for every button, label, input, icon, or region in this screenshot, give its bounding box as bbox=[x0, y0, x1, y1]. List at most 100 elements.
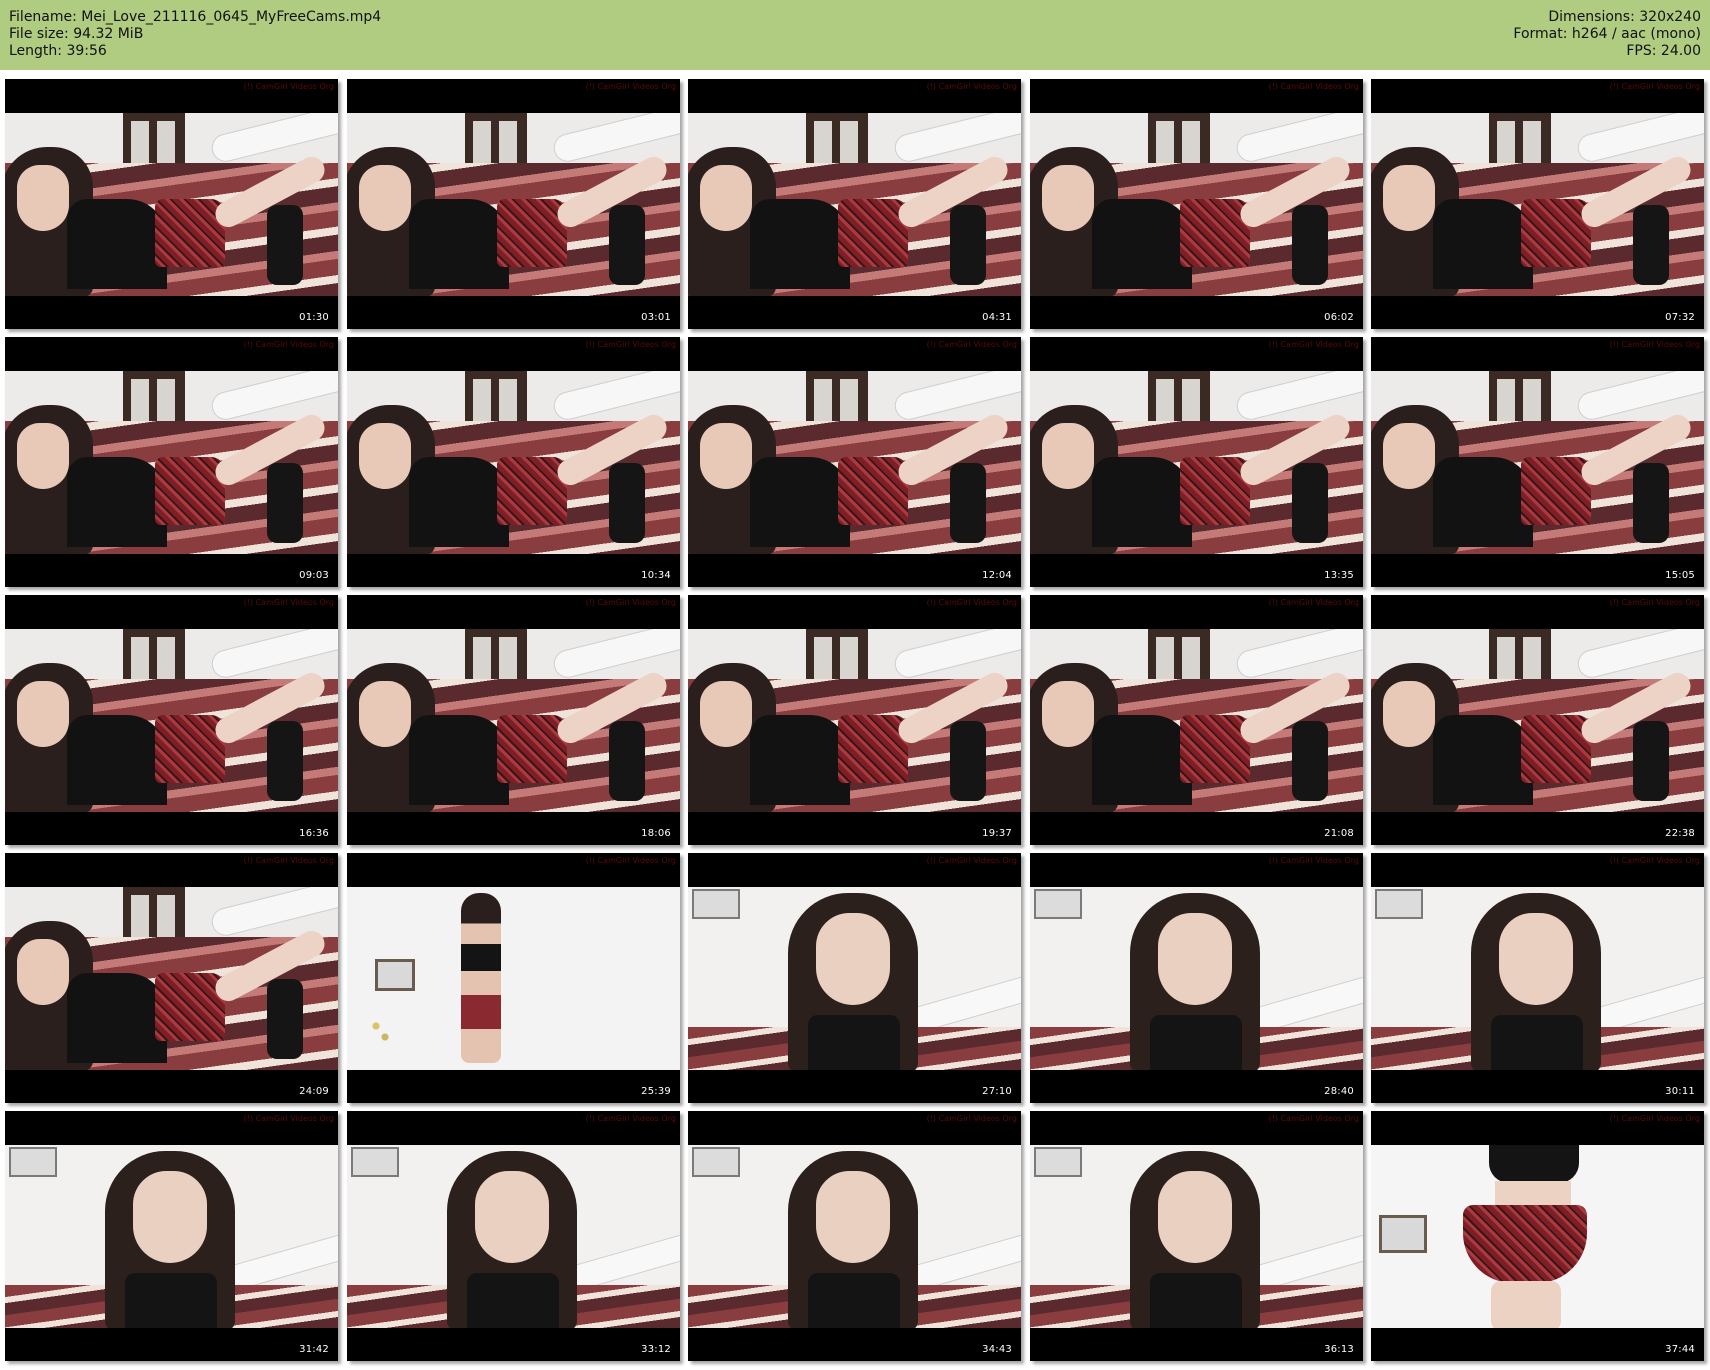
frame-shape bbox=[1150, 1273, 1242, 1328]
video-thumbnail[interactable]: (!) CamGirl Videos Org 18:06 bbox=[347, 595, 680, 845]
video-frame-image bbox=[1371, 371, 1704, 554]
watermark-text: (!) CamGirl Videos Org bbox=[926, 1114, 1017, 1123]
video-frame-image bbox=[1030, 371, 1363, 554]
video-frame-image bbox=[1371, 1145, 1704, 1328]
frame-shape bbox=[950, 721, 986, 801]
video-thumbnail[interactable]: (!) CamGirl Videos Org 07:32 bbox=[1371, 79, 1704, 329]
frame-shape bbox=[351, 1147, 399, 1177]
timestamp-label: 34:43 bbox=[982, 1344, 1012, 1355]
frame-shape bbox=[1042, 165, 1094, 231]
frame-shape bbox=[359, 681, 411, 747]
timestamp-label: 04:31 bbox=[982, 312, 1012, 323]
watermark-text: (!) CamGirl Videos Org bbox=[585, 598, 676, 607]
timestamp-label: 22:38 bbox=[1665, 828, 1695, 839]
frame-shape bbox=[155, 973, 225, 1041]
frame-shape bbox=[609, 721, 645, 801]
watermark-text: (!) CamGirl Videos Org bbox=[585, 1114, 676, 1123]
frame-shape bbox=[816, 1171, 890, 1263]
frame-shape bbox=[409, 457, 509, 547]
watermark-text: (!) CamGirl Videos Org bbox=[926, 340, 1017, 349]
video-thumbnail[interactable]: (!) CamGirl Videos Org 12:04 bbox=[688, 337, 1021, 587]
video-thumbnail[interactable]: (!) CamGirl Videos Org 09:03 bbox=[5, 337, 338, 587]
video-frame-image bbox=[5, 113, 338, 296]
frame-shape bbox=[700, 681, 752, 747]
watermark-text: (!) CamGirl Videos Org bbox=[1268, 1114, 1359, 1123]
watermark-text: (!) CamGirl Videos Org bbox=[926, 82, 1017, 91]
video-thumbnail[interactable]: (!) CamGirl Videos Org 33:12 bbox=[347, 1111, 680, 1361]
frame-shape bbox=[155, 457, 225, 525]
frame-shape bbox=[17, 939, 69, 1005]
video-thumbnail[interactable]: (!) CamGirl Videos Org 04:31 bbox=[688, 79, 1021, 329]
video-frame-image bbox=[1030, 629, 1363, 812]
timestamp-label: 30:11 bbox=[1665, 1086, 1695, 1097]
video-thumbnail[interactable]: (!) CamGirl Videos Org 03:01 bbox=[347, 79, 680, 329]
frame-shape bbox=[950, 463, 986, 543]
video-frame-image bbox=[688, 371, 1021, 554]
frame-shape bbox=[67, 715, 167, 805]
frame-shape bbox=[1633, 463, 1669, 543]
frame-shape bbox=[1521, 457, 1591, 525]
frame-shape bbox=[1180, 199, 1250, 267]
video-thumbnail[interactable]: (!) CamGirl Videos Org 13:35 bbox=[1030, 337, 1363, 587]
timestamp-label: 21:08 bbox=[1324, 828, 1354, 839]
frame-shape bbox=[1180, 715, 1250, 783]
video-thumbnail[interactable]: (!) CamGirl Videos Org 15:05 bbox=[1371, 337, 1704, 587]
frame-shape bbox=[1158, 913, 1232, 1005]
frame-shape bbox=[67, 457, 167, 547]
frame-shape bbox=[267, 721, 303, 801]
watermark-text: (!) CamGirl Videos Org bbox=[1268, 82, 1359, 91]
frame-shape bbox=[1042, 423, 1094, 489]
video-thumbnail[interactable]: (!) CamGirl Videos Org 22:38 bbox=[1371, 595, 1704, 845]
frame-shape bbox=[461, 893, 501, 1063]
video-frame-image bbox=[347, 113, 680, 296]
video-frame-image bbox=[688, 113, 1021, 296]
video-thumbnail[interactable]: (!) CamGirl Videos Org 06:02 bbox=[1030, 79, 1363, 329]
frame-shape bbox=[359, 423, 411, 489]
video-thumbnail[interactable]: (!) CamGirl Videos Org 30:11 bbox=[1371, 853, 1704, 1103]
timestamp-label: 31:42 bbox=[299, 1344, 329, 1355]
watermark-text: (!) CamGirl Videos Org bbox=[243, 598, 334, 607]
watermark-text: (!) CamGirl Videos Org bbox=[243, 82, 334, 91]
video-thumbnail[interactable]: (!) CamGirl Videos Org 31:42 bbox=[5, 1111, 338, 1361]
frame-shape bbox=[17, 681, 69, 747]
timestamp-label: 03:01 bbox=[641, 312, 671, 323]
watermark-text: (!) CamGirl Videos Org bbox=[243, 340, 334, 349]
video-frame-image bbox=[1371, 629, 1704, 812]
video-thumbnail[interactable]: (!) CamGirl Videos Org 24:09 bbox=[5, 853, 338, 1103]
watermark-text: (!) CamGirl Videos Org bbox=[1609, 598, 1700, 607]
video-thumbnail[interactable]: (!) CamGirl Videos Org 19:37 bbox=[688, 595, 1021, 845]
video-frame-image bbox=[688, 1145, 1021, 1328]
watermark-text: (!) CamGirl Videos Org bbox=[243, 1114, 334, 1123]
frame-shape bbox=[838, 715, 908, 783]
frame-shape bbox=[692, 889, 740, 919]
frame-shape bbox=[1034, 1147, 1082, 1177]
video-thumbnail[interactable]: (!) CamGirl Videos Org 36:13 bbox=[1030, 1111, 1363, 1361]
frame-shape bbox=[1489, 1145, 1579, 1183]
frame-shape bbox=[1499, 913, 1573, 1005]
video-frame-image bbox=[1030, 887, 1363, 1070]
video-frame-image bbox=[347, 887, 680, 1070]
frame-shape bbox=[750, 199, 850, 289]
video-thumbnail[interactable]: (!) CamGirl Videos Org 01:30 bbox=[5, 79, 338, 329]
video-thumbnail[interactable]: (!) CamGirl Videos Org 28:40 bbox=[1030, 853, 1363, 1103]
timestamp-label: 16:36 bbox=[299, 828, 329, 839]
video-thumbnail[interactable]: (!) CamGirl Videos Org 10:34 bbox=[347, 337, 680, 587]
frame-shape bbox=[609, 463, 645, 543]
frame-shape bbox=[467, 1273, 559, 1328]
timestamp-label: 18:06 bbox=[641, 828, 671, 839]
video-frame-image bbox=[688, 629, 1021, 812]
video-frame-image bbox=[5, 371, 338, 554]
frame-shape bbox=[1433, 715, 1533, 805]
frame-shape bbox=[267, 205, 303, 285]
video-thumbnail[interactable]: (!) CamGirl Videos Org 34:43 bbox=[688, 1111, 1021, 1361]
video-thumbnail[interactable]: (!) CamGirl Videos Org 21:08 bbox=[1030, 595, 1363, 845]
video-thumbnail[interactable]: (!) CamGirl Videos Org 25:39 bbox=[347, 853, 680, 1103]
length-text: Length: 39:56 bbox=[9, 43, 107, 59]
video-thumbnail[interactable]: (!) CamGirl Videos Org 16:36 bbox=[5, 595, 338, 845]
video-thumbnail[interactable]: (!) CamGirl Videos Org 37:44 bbox=[1371, 1111, 1704, 1361]
fps-text: FPS: 24.00 bbox=[1626, 43, 1701, 59]
frame-shape bbox=[1292, 463, 1328, 543]
video-thumbnail[interactable]: (!) CamGirl Videos Org 27:10 bbox=[688, 853, 1021, 1103]
watermark-text: (!) CamGirl Videos Org bbox=[243, 856, 334, 865]
watermark-text: (!) CamGirl Videos Org bbox=[1268, 856, 1359, 865]
